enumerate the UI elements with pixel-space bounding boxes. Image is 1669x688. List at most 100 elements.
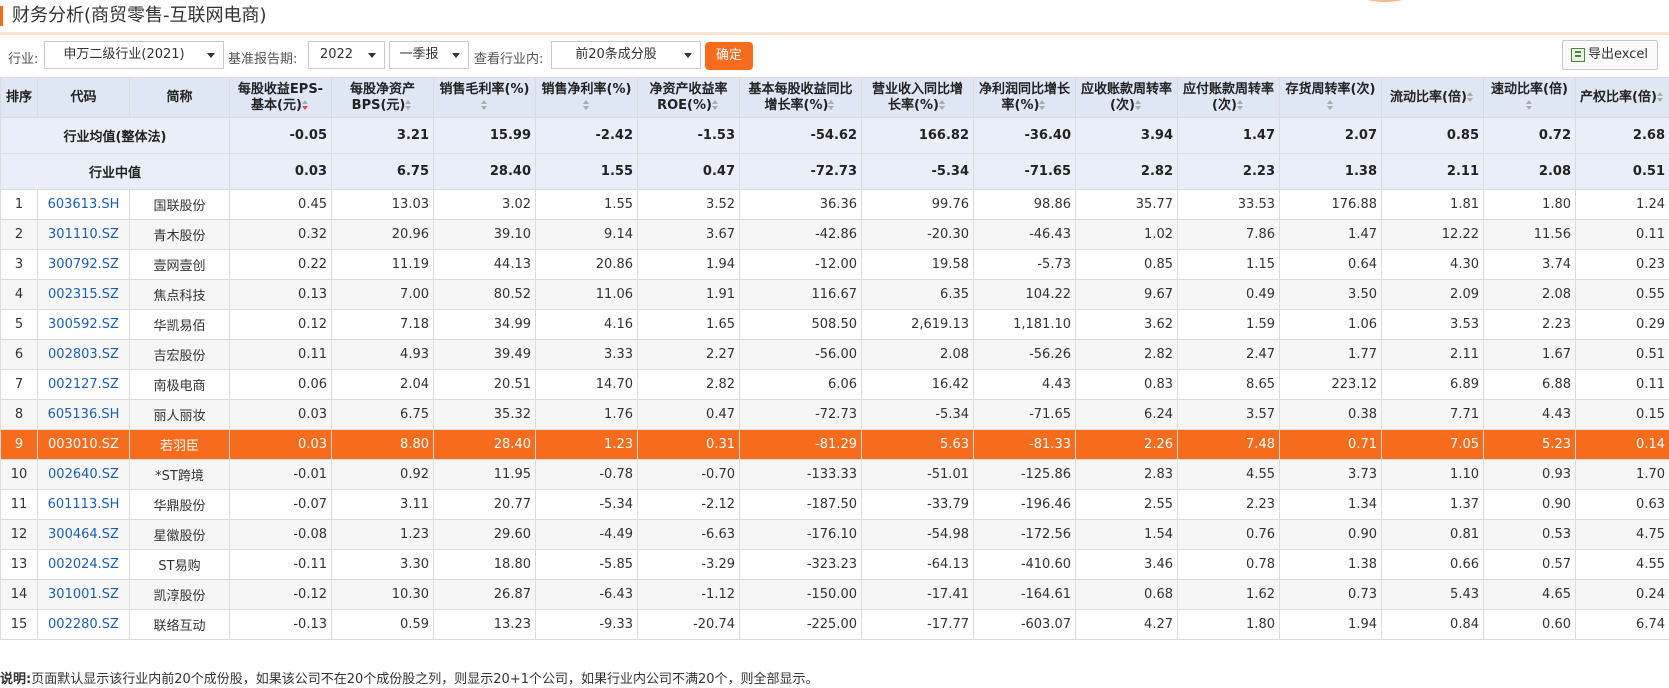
summary-value: 15.99 <box>433 117 536 154</box>
sort-icon[interactable] <box>1525 100 1534 110</box>
column-header[interactable]: 速动比率(倍) <box>1483 77 1576 118</box>
year-select[interactable]: 2022 <box>308 41 385 69</box>
column-header[interactable]: 销售毛利率(%) <box>433 77 536 118</box>
column-header[interactable]: 净资产收益率ROE(%) <box>637 77 740 118</box>
table-row[interactable]: 14 301001.SZ 凯淳股份 -0.12 10.30 26.87 -6.43 -1.12… <box>0 579 1669 610</box>
value-cell: 2.09 <box>1381 279 1484 310</box>
summary-value: 2.68 <box>1575 117 1669 154</box>
sort-icon[interactable] <box>828 100 836 110</box>
stock-name-cell: *ST跨境 <box>129 459 230 490</box>
export-excel-button[interactable]: 导出excel <box>1562 40 1658 70</box>
table-row[interactable]: 3 300792.SZ 壹网壹创 0.22 11.19 44.13 20.86 1.94 -12… <box>0 249 1669 280</box>
column-header[interactable]: 每股净资产BPS(元) <box>331 77 434 118</box>
table-row[interactable]: 11 601113.SH 华鼎股份 -0.07 3.11 20.77 -5.34 -2.12-… <box>0 489 1669 520</box>
value-cell: 0.85 <box>1075 249 1178 280</box>
table-row[interactable]: 12 300464.SZ 星徽股份 -0.08 1.23 29.60 -4.49 -6.63-… <box>0 519 1669 550</box>
industry-select[interactable]: 申万二级行业(2021) <box>44 41 224 69</box>
value-cell: 4.30 <box>1381 249 1484 280</box>
column-header[interactable]: 净利润同比增长率(%) <box>973 77 1076 118</box>
table-row[interactable]: 1 603613.SH 国联股份 0.45 13.03 3.02 1.55 3.52 36.36… <box>0 189 1669 220</box>
column-header[interactable]: 基本每股收益同比增长率(%) <box>739 77 862 118</box>
value-cell: 0.57 <box>1483 549 1576 580</box>
stock-code-link[interactable]: 002640.SZ <box>37 459 130 490</box>
sort-icon[interactable] <box>938 100 947 110</box>
sort-icon[interactable] <box>480 100 489 110</box>
value-cell: 2.27 <box>637 339 740 370</box>
table-row[interactable]: 5 300592.SZ 华凯易佰 0.12 7.18 34.99 4.16 1.65 508.5… <box>0 309 1669 340</box>
sort-icon[interactable] <box>1326 100 1335 110</box>
summary-value: 2.08 <box>1483 153 1576 190</box>
value-cell: 13.03 <box>331 189 434 220</box>
value-cell: 6.89 <box>1381 369 1484 400</box>
column-header[interactable]: 流动比率(倍) <box>1381 77 1484 118</box>
column-header[interactable]: 应收账款周转率(次) <box>1075 77 1178 118</box>
summary-value: 0.72 <box>1483 117 1576 154</box>
value-cell: -172.56 <box>973 519 1076 550</box>
table-row[interactable]: 15 002280.SZ 联络互动 -0.13 0.59 13.23 -9.33 -20.74… <box>0 609 1669 640</box>
value-cell: 0.66 <box>1381 549 1484 580</box>
value-cell: 0.90 <box>1483 489 1576 520</box>
value-cell: 3.73 <box>1279 459 1382 490</box>
stock-code-link[interactable]: 300592.SZ <box>37 309 130 340</box>
stock-code-link[interactable]: 002280.SZ <box>37 609 130 640</box>
column-header: 简称 <box>129 77 230 118</box>
stock-code-link[interactable]: 301001.SZ <box>37 579 130 610</box>
value-cell: -0.12 <box>229 579 332 610</box>
sort-icon[interactable] <box>301 100 310 110</box>
stock-name-cell: 华凯易佰 <box>129 309 230 340</box>
table-row[interactable]: 9 003010.SZ 若羽臣 0.03 8.80 28.40 1.23 0.31 -81.29… <box>0 429 1669 460</box>
column-header[interactable]: 存货周转率(次) <box>1279 77 1382 118</box>
value-cell: -64.13 <box>861 549 974 580</box>
column-header[interactable]: 应付账款周转率(次) <box>1177 77 1280 118</box>
confirm-button[interactable]: 确定 <box>705 42 753 70</box>
stock-code-link[interactable]: 002127.SZ <box>37 369 130 400</box>
value-cell: -0.01 <box>229 459 332 490</box>
column-header[interactable]: 每股收益EPS-基本(元) <box>229 77 332 118</box>
stock-code-link[interactable]: 601113.SH <box>37 489 130 520</box>
scope-select[interactable]: 前20条成分股 <box>551 41 701 69</box>
sort-icon[interactable] <box>1656 92 1665 102</box>
value-cell: 28.40 <box>433 429 536 460</box>
value-cell: 20.51 <box>433 369 536 400</box>
stock-code-link[interactable]: 002024.SZ <box>37 549 130 580</box>
stock-name-cell: 凯淳股份 <box>129 579 230 610</box>
sort-icon[interactable] <box>1236 100 1245 110</box>
value-cell: -410.60 <box>973 549 1076 580</box>
value-cell: 0.23 <box>1575 249 1669 280</box>
column-header[interactable]: 营业收入同比增长率(%) <box>861 77 974 118</box>
table-row[interactable]: 6 002803.SZ 吉宏股份 0.11 4.93 39.49 3.33 2.27 -56.0… <box>0 339 1669 370</box>
value-cell: 176.88 <box>1279 189 1382 220</box>
stock-code-link[interactable]: 300464.SZ <box>37 519 130 550</box>
stock-code-link[interactable]: 603613.SH <box>37 189 130 220</box>
chevron-down-icon <box>452 53 460 58</box>
stock-code-link[interactable]: 605136.SH <box>37 399 130 430</box>
stock-code-link[interactable]: 003010.SZ <box>37 429 130 460</box>
table-row[interactable]: 8 605136.SH 丽人丽妆 0.03 6.75 35.32 1.76 0.47 -72.7… <box>0 399 1669 430</box>
stock-code-link[interactable]: 002803.SZ <box>37 339 130 370</box>
column-header[interactable]: 销售净利率(%) <box>535 77 638 118</box>
table-row[interactable]: 4 002315.SZ 焦点科技 0.13 7.00 80.52 11.06 1.91 116.… <box>0 279 1669 310</box>
stock-code-link[interactable]: 002315.SZ <box>37 279 130 310</box>
stock-code-link[interactable]: 301110.SZ <box>37 219 130 250</box>
value-cell: 3.62 <box>1075 309 1178 340</box>
sort-icon[interactable] <box>711 100 720 110</box>
stock-code-link[interactable]: 300792.SZ <box>37 249 130 280</box>
sort-icon[interactable] <box>582 100 591 110</box>
sort-icon[interactable] <box>1134 100 1143 110</box>
table-row[interactable]: 13 002024.SZ ST易购 -0.11 3.30 18.80 -5.85 -3.29-… <box>0 549 1669 580</box>
sort-icon[interactable] <box>405 100 413 110</box>
rank-cell: 4 <box>0 279 38 310</box>
column-header[interactable]: 产权比率(倍) <box>1575 77 1669 118</box>
table-row[interactable]: 7 002127.SZ 南极电商 0.06 2.04 20.51 14.70 2.82 6.06… <box>0 369 1669 400</box>
sort-icon[interactable] <box>1466 92 1475 102</box>
value-cell: 4.75 <box>1575 519 1669 550</box>
quarter-select[interactable]: 一季报 <box>389 41 469 69</box>
table-row[interactable]: 2 301110.SZ 青木股份 0.32 20.96 39.10 9.14 3.67 -42.… <box>0 219 1669 250</box>
table-body: 行业均值(整体法) -0.05 3.21 15.99 -2.42 -1.53 -54.62 1… <box>0 117 1669 640</box>
value-cell: 3.30 <box>331 549 434 580</box>
table-row[interactable]: 10 002640.SZ *ST跨境 -0.01 0.92 11.95 -0.78 -0.70… <box>0 459 1669 490</box>
stock-name-cell: 焦点科技 <box>129 279 230 310</box>
sort-icon[interactable] <box>1039 100 1047 110</box>
rank-cell: 10 <box>0 459 38 490</box>
value-cell: 4.43 <box>1483 399 1576 430</box>
